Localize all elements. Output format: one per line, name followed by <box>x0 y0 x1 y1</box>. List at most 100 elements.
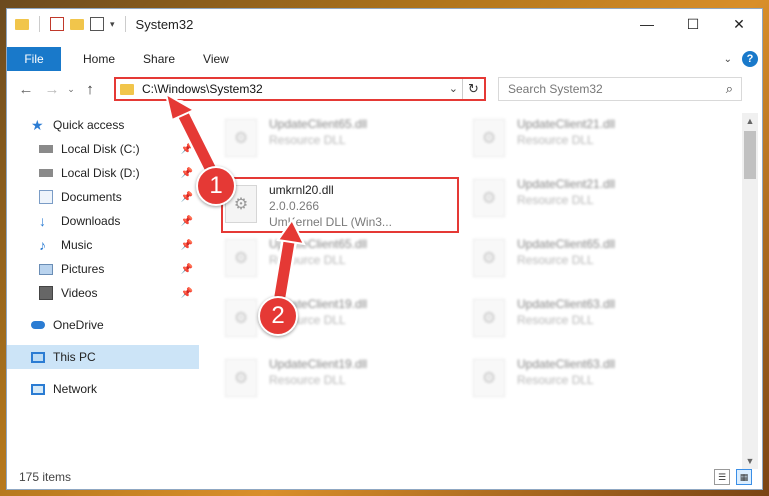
properties-icon[interactable] <box>50 17 64 31</box>
list-item[interactable]: ⚙ UpdateClient63.dll Resource DLL <box>473 293 713 345</box>
dll-file-icon: ⚙ <box>225 119 257 157</box>
list-item[interactable]: ⚙ UpdateClient19.dll Resource DLL <box>225 353 465 405</box>
sidebar-item-label: Pictures <box>61 262 105 276</box>
list-item[interactable]: ⚙ UpdateClient21.dll Resource DLL <box>473 173 713 225</box>
list-item[interactable]: ⚙ UpdateClient65.dll Resource DLL <box>225 113 465 165</box>
back-arrow-icon[interactable]: ← <box>13 81 39 98</box>
vertical-scrollbar[interactable]: ▲ ▼ <box>742 113 758 469</box>
search-input[interactable]: Search System32 ⌕ <box>498 77 742 101</box>
pin-icon: 📌 <box>180 143 193 155</box>
forward-arrow-icon[interactable]: → <box>39 81 65 98</box>
dll-file-icon: ⚙ <box>473 119 505 157</box>
documents-icon <box>39 190 53 204</box>
tab-view[interactable]: View <box>189 52 243 66</box>
pin-icon: 📌 <box>180 287 193 299</box>
chevron-down-icon[interactable]: ⌄ <box>724 54 732 65</box>
sidebar-item-label: Videos <box>61 286 98 300</box>
download-icon: ↓ <box>39 213 46 229</box>
sidebar-item-quick-access[interactable]: ★ Quick access <box>7 113 199 137</box>
file-description: UmKernel DLL (Win3... <box>269 215 392 229</box>
tab-home[interactable]: Home <box>69 52 129 66</box>
network-icon <box>31 383 45 395</box>
sidebar-item-videos[interactable]: Videos 📌 <box>7 281 199 305</box>
chevron-down-icon[interactable]: ⌄ <box>449 82 458 95</box>
item-count: 175 items <box>19 470 72 484</box>
sidebar-item-label: Documents <box>61 190 122 204</box>
pin-icon: 📌 <box>180 215 193 227</box>
address-path[interactable]: C:\Windows\System32 <box>142 82 263 96</box>
scroll-up-icon[interactable]: ▲ <box>742 113 758 129</box>
dll-file-icon: ⚙ <box>225 299 257 337</box>
dll-file-icon: ⚙ <box>473 359 505 397</box>
view-toggle: ☰ ▦ <box>714 469 752 485</box>
details-view-icon[interactable]: ☰ <box>714 469 730 485</box>
sidebar-item-label: Local Disk (C:) <box>61 142 140 156</box>
address-bar[interactable]: C:\Windows\System32 ⌄ ↻ <box>114 77 486 101</box>
explorer-window: ▾ System32 — ☐ ✕ File Home Share View ⌄ … <box>6 8 763 490</box>
step-2-badge: 2 <box>258 296 298 336</box>
status-bar: 175 items ☰ ▦ <box>7 465 762 489</box>
dll-file-icon: ⚙ <box>473 239 505 277</box>
sidebar-item-label: OneDrive <box>53 318 104 332</box>
help-icon[interactable]: ? <box>742 51 758 67</box>
file-name: umkrnl20.dll <box>269 183 334 197</box>
list-item[interactable]: ⚙ UpdateClient65.dll Resource DLL <box>225 233 465 285</box>
list-item[interactable]: ⚙ UpdateClient63.dll Resource DLL <box>473 353 713 405</box>
star-icon: ★ <box>31 117 44 133</box>
highlighted-file[interactable]: ⚙ umkrnl20.dll 2.0.0.266 UmKernel DLL (W… <box>225 179 465 231</box>
dll-file-icon: ⚙ <box>225 239 257 277</box>
navigation-bar: ← → ⌄ ↑ C:\Windows\System32 ⌄ ↻ Search S… <box>7 73 762 105</box>
dll-file-icon: ⚙ <box>225 359 257 397</box>
dll-file-icon: ⚙ <box>473 299 505 337</box>
sidebar-item-local-disk-c[interactable]: Local Disk (C:) 📌 <box>7 137 199 161</box>
videos-icon <box>39 286 53 300</box>
pin-icon: 📌 <box>180 167 193 179</box>
scroll-thumb[interactable] <box>744 131 756 179</box>
tiles-view-icon[interactable]: ▦ <box>736 469 752 485</box>
sidebar-item-label: Local Disk (D:) <box>61 166 140 180</box>
refresh-icon[interactable]: ↻ <box>462 79 484 99</box>
close-button[interactable]: ✕ <box>716 9 762 39</box>
pin-icon: 📌 <box>180 239 193 251</box>
sidebar-item-label: This PC <box>53 350 96 364</box>
step-1-badge: 1 <box>196 166 236 206</box>
file-version: 2.0.0.266 <box>269 199 320 213</box>
folder-icon[interactable] <box>15 18 29 30</box>
new-folder-icon[interactable] <box>70 18 84 30</box>
pin-icon: 📌 <box>180 191 193 203</box>
quick-access-toolbar: ▾ <box>7 16 130 32</box>
folder-icon <box>120 83 134 95</box>
divider <box>124 16 126 32</box>
view-options-icon[interactable] <box>90 17 104 31</box>
ribbon-right: ⌄ ? <box>724 47 758 71</box>
tab-file[interactable]: File <box>7 47 61 71</box>
sidebar-item-documents[interactable]: Documents 📌 <box>7 185 199 209</box>
sidebar-item-onedrive[interactable]: OneDrive <box>7 313 199 337</box>
sidebar-item-downloads[interactable]: ↓ Downloads 📌 <box>7 209 199 233</box>
sidebar-item-this-pc[interactable]: This PC <box>7 345 199 369</box>
sidebar-item-network[interactable]: Network <box>7 377 199 401</box>
maximize-button[interactable]: ☐ <box>670 9 716 39</box>
chevron-down-icon[interactable]: ⌄ <box>65 84 77 95</box>
minimize-button[interactable]: — <box>624 9 670 39</box>
window-title: System32 <box>135 16 194 32</box>
pin-icon: 📌 <box>180 263 193 275</box>
drive-icon <box>39 145 53 153</box>
sidebar-item-music[interactable]: ♪ Music 📌 <box>7 233 199 257</box>
sidebar-item-local-disk-d[interactable]: Local Disk (D:) 📌 <box>7 161 199 185</box>
sidebar-item-label: Downloads <box>61 214 121 228</box>
pictures-icon <box>39 263 53 275</box>
divider <box>39 16 40 32</box>
file-list: ⚙ UpdateClient65.dll Resource DLL ⚙ umkrn… <box>221 113 733 461</box>
list-item[interactable]: ⚙ UpdateClient21.dll Resource DLL <box>473 113 713 165</box>
tab-share[interactable]: Share <box>129 52 189 66</box>
music-icon: ♪ <box>39 237 46 253</box>
sidebar-item-pictures[interactable]: Pictures 📌 <box>7 257 199 281</box>
up-arrow-icon[interactable]: ↑ <box>77 81 103 98</box>
chevron-down-icon[interactable]: ▾ <box>110 19 115 30</box>
list-item[interactable]: ⚙ UpdateClient65.dll Resource DLL <box>473 233 713 285</box>
window-controls: — ☐ ✕ <box>624 9 762 39</box>
dll-file-icon: ⚙ <box>473 179 505 217</box>
search-icon[interactable]: ⌕ <box>726 81 733 97</box>
ribbon-tabs: File Home Share View ⌄ ? <box>7 47 762 71</box>
